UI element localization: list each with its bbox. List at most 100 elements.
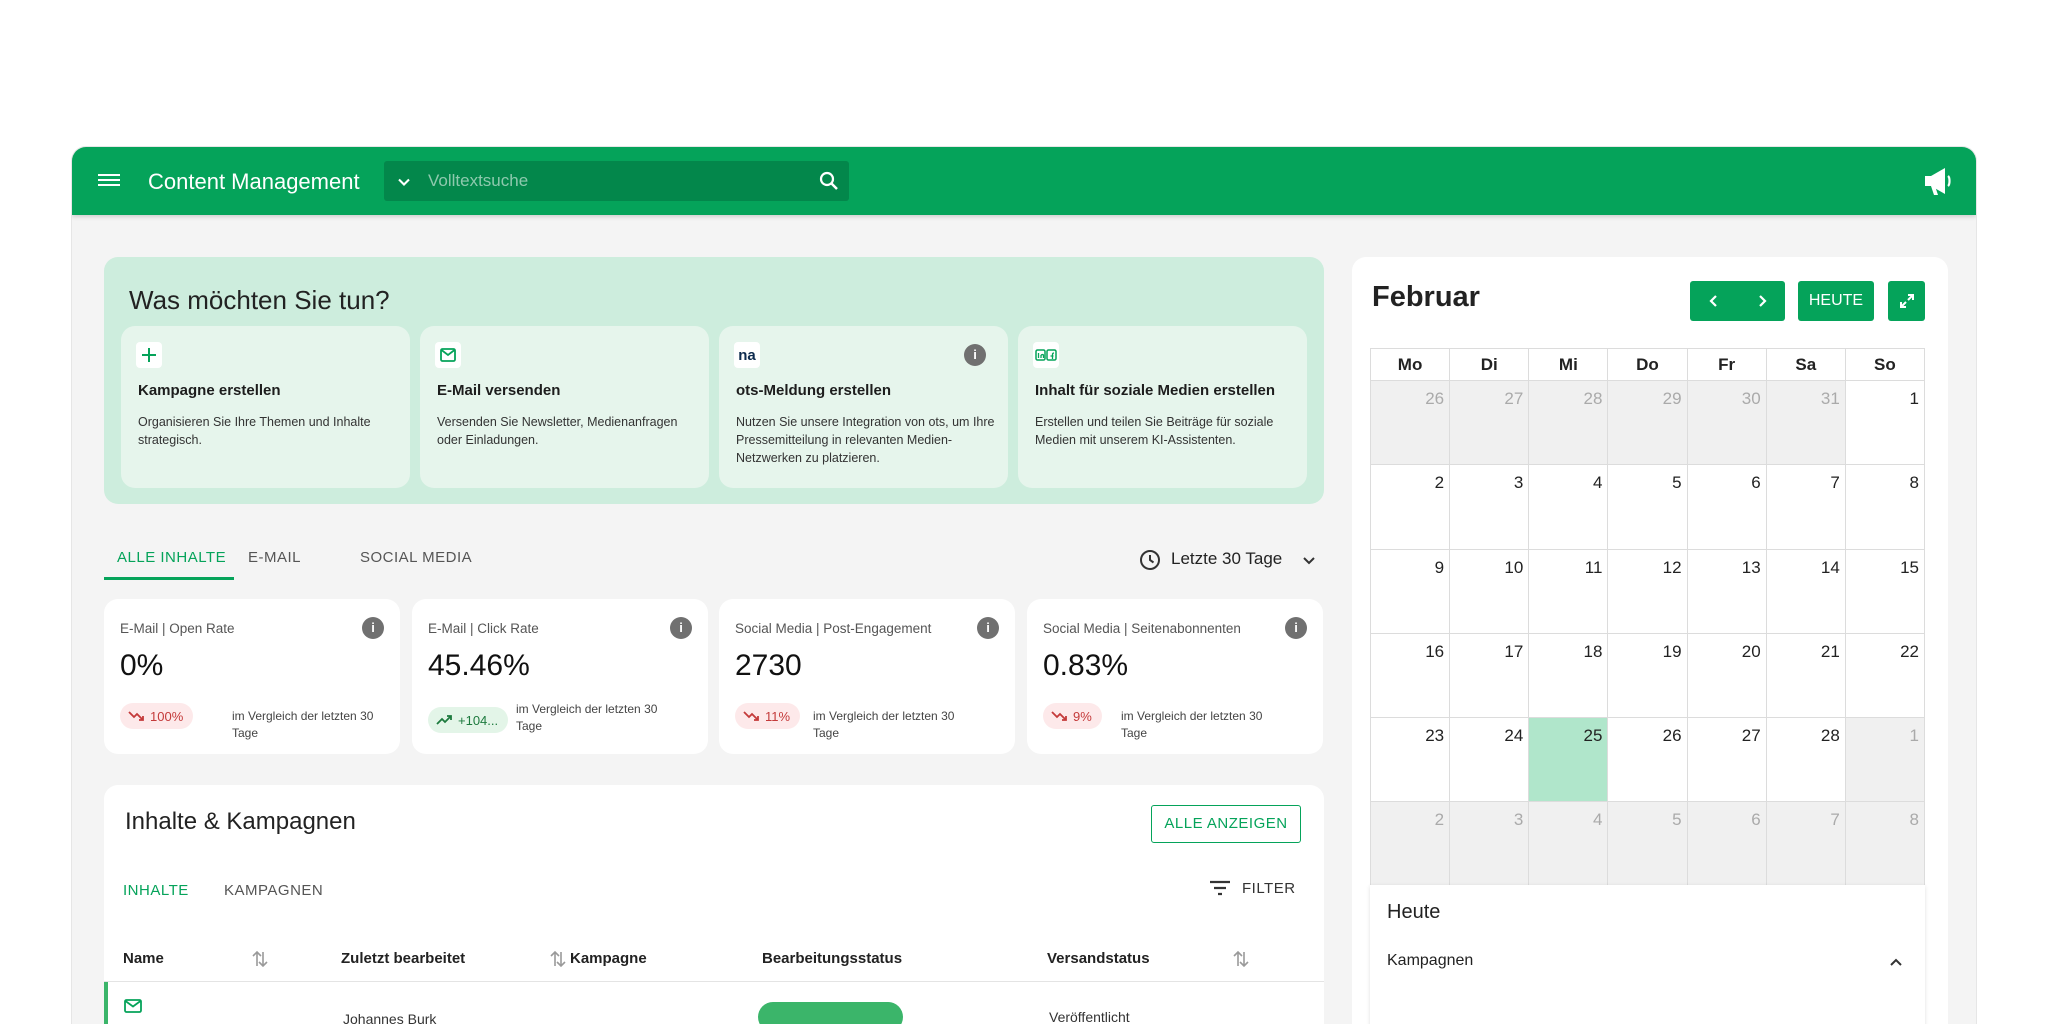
period-label: Letzte 30 Tage <box>1171 549 1283 568</box>
calendar-day[interactable]: 5 <box>1608 802 1688 887</box>
calendar-day-today[interactable]: 25 <box>1529 718 1609 803</box>
calendar-day[interactable]: 13 <box>1687 549 1767 634</box>
calendar-day[interactable]: 17 <box>1450 633 1530 719</box>
calendar-day[interactable]: 2 <box>1371 465 1451 550</box>
info-icon[interactable]: i <box>362 617 384 639</box>
calendar-day[interactable]: 18 <box>1529 633 1609 719</box>
calendar-day[interactable]: 7 <box>1766 465 1846 550</box>
calendar-day[interactable]: 11 <box>1529 549 1609 634</box>
info-icon[interactable]: i <box>670 617 692 639</box>
calendar-day[interactable]: 19 <box>1608 633 1688 719</box>
weekday-label: Do <box>1608 349 1688 381</box>
filter-icon <box>1210 880 1230 896</box>
trend-value: 9% <box>1073 708 1092 724</box>
sort-icon[interactable] <box>1232 948 1250 970</box>
trend-value: +104... <box>458 712 499 728</box>
weekday-label: Mi <box>1529 349 1609 381</box>
create-campaign-card[interactable]: Kampagne erstellen Organisieren Sie Ihre… <box>121 326 410 488</box>
calendar-day[interactable]: 26 <box>1371 381 1451 466</box>
column-header-last-edited[interactable]: Zuletzt bearbeitet <box>341 950 465 967</box>
column-header-name[interactable]: Name <box>123 950 164 967</box>
calendar-day[interactable]: 24 <box>1450 718 1530 803</box>
calendar-day[interactable]: 20 <box>1687 633 1767 719</box>
sort-icon[interactable] <box>251 948 269 970</box>
mail-icon <box>124 999 142 1013</box>
calendar-day[interactable]: 8 <box>1845 802 1925 887</box>
calendar-day[interactable]: 9 <box>1371 549 1451 634</box>
column-header-shipping-status[interactable]: Versandstatus <box>1047 950 1150 967</box>
comparison-text: im Vergleich der letzten 30 Tage <box>813 709 955 740</box>
calendar-day[interactable]: 15 <box>1845 549 1925 634</box>
calendar-day[interactable]: 31 <box>1766 381 1846 466</box>
calendar-day[interactable]: 21 <box>1766 633 1846 719</box>
metric-card-click-rate: E-Mail | Click Rate i 45.46% +104... im … <box>412 599 708 754</box>
calendar-day[interactable]: 8 <box>1845 465 1925 550</box>
info-icon[interactable]: i <box>1285 617 1307 639</box>
search-bar <box>384 161 849 201</box>
calendar-day[interactable]: 3 <box>1450 802 1530 887</box>
chevron-up-icon[interactable] <box>1887 953 1905 971</box>
calendar-day[interactable]: 3 <box>1450 465 1530 550</box>
calendar-day[interactable]: 26 <box>1608 718 1688 803</box>
calendar-day[interactable]: 27 <box>1687 718 1767 803</box>
today-title: Heute <box>1387 901 1441 923</box>
search-icon[interactable] <box>817 169 841 193</box>
comparison-text: im Vergleich der letzten 30 Tage <box>232 709 374 740</box>
info-icon[interactable]: i <box>964 344 986 366</box>
calendar-day[interactable]: 10 <box>1450 549 1530 634</box>
calendar-day[interactable]: 29 <box>1608 381 1688 466</box>
calendar-day[interactable]: 5 <box>1608 465 1688 550</box>
calendar-day[interactable]: 4 <box>1529 802 1609 887</box>
calendar-day[interactable]: 7 <box>1766 802 1846 887</box>
calendar-day[interactable]: 1 <box>1845 381 1925 466</box>
calendar-day[interactable]: 28 <box>1529 381 1609 466</box>
calendar-week: 2345678 <box>1371 802 1925 887</box>
chevron-down-icon[interactable] <box>394 172 414 192</box>
calendar-week: 16 17 18 19 20 21 22 <box>1371 633 1925 719</box>
megaphone-icon[interactable] <box>1922 165 1956 197</box>
search-input[interactable] <box>428 168 788 194</box>
calendar-day[interactable]: 2 <box>1371 802 1451 887</box>
row-shipping-status: Veröffentlicht <box>1049 1009 1130 1024</box>
metric-label: E-Mail | Open Rate <box>120 621 235 636</box>
card-title: E-Mail versenden <box>437 382 561 399</box>
calendar-day[interactable]: 6 <box>1687 465 1767 550</box>
info-icon[interactable]: i <box>977 617 999 639</box>
calendar-day[interactable]: 30 <box>1687 381 1767 466</box>
menu-icon[interactable] <box>98 171 120 191</box>
trend-down-icon <box>743 711 759 721</box>
quick-actions-panel: Was möchten Sie tun? Kampagne erstellen … <box>104 257 1324 504</box>
tab-email[interactable]: E-MAIL <box>248 549 301 566</box>
app-title: Content Management <box>148 169 360 194</box>
calendar-day[interactable]: 28 <box>1766 718 1846 803</box>
tab-social-media[interactable]: SOCIAL MEDIA <box>360 549 472 566</box>
calendar-day[interactable]: 27 <box>1450 381 1530 466</box>
calendar-day[interactable]: 6 <box>1687 802 1767 887</box>
sort-icon[interactable] <box>549 948 567 970</box>
tab-contents[interactable]: INHALTE <box>123 882 189 899</box>
today-button[interactable]: HEUTE <box>1798 281 1874 321</box>
content-campaigns-panel: Inhalte & Kampagnen ALLE ANZEIGEN INHALT… <box>104 785 1324 1024</box>
tab-all-content[interactable]: ALLE INHALTE <box>117 549 226 566</box>
ots-release-card[interactable]: na i ots-Meldung erstellen Nutzen Sie un… <box>719 326 1008 488</box>
chevron-left-icon <box>1709 295 1717 307</box>
calendar-day[interactable]: 22 <box>1845 633 1925 719</box>
calendar-day[interactable]: 16 <box>1371 633 1451 719</box>
calendar-body: 26 27 28 29 30 31 1 2 3 4 5 6 7 8 9 10 11 12 13 14 15 16 17 18 1… <box>1371 381 1925 887</box>
today-section-campaigns[interactable]: Kampagnen <box>1387 952 1473 970</box>
tab-campaigns[interactable]: KAMPAGNEN <box>224 882 323 899</box>
next-month-button[interactable] <box>1738 281 1785 321</box>
trend-down-icon <box>1051 711 1067 721</box>
social-media-card[interactable]: Inhalt für soziale Medien erstellen Erst… <box>1018 326 1307 488</box>
content-title: Inhalte & Kampagnen <box>125 808 356 835</box>
calendar-day[interactable]: 1 <box>1845 718 1925 803</box>
calendar-day[interactable]: 12 <box>1608 549 1688 634</box>
expand-button[interactable] <box>1888 281 1925 321</box>
calendar-day[interactable]: 4 <box>1529 465 1609 550</box>
calendar-day[interactable]: 14 <box>1766 549 1846 634</box>
show-all-button[interactable]: ALLE ANZEIGEN <box>1151 805 1301 843</box>
prev-month-button[interactable] <box>1690 281 1738 321</box>
calendar-day[interactable]: 23 <box>1371 718 1451 803</box>
send-email-card[interactable]: E-Mail versenden Versenden Sie Newslette… <box>420 326 709 488</box>
trend-badge: +104... <box>428 707 509 733</box>
